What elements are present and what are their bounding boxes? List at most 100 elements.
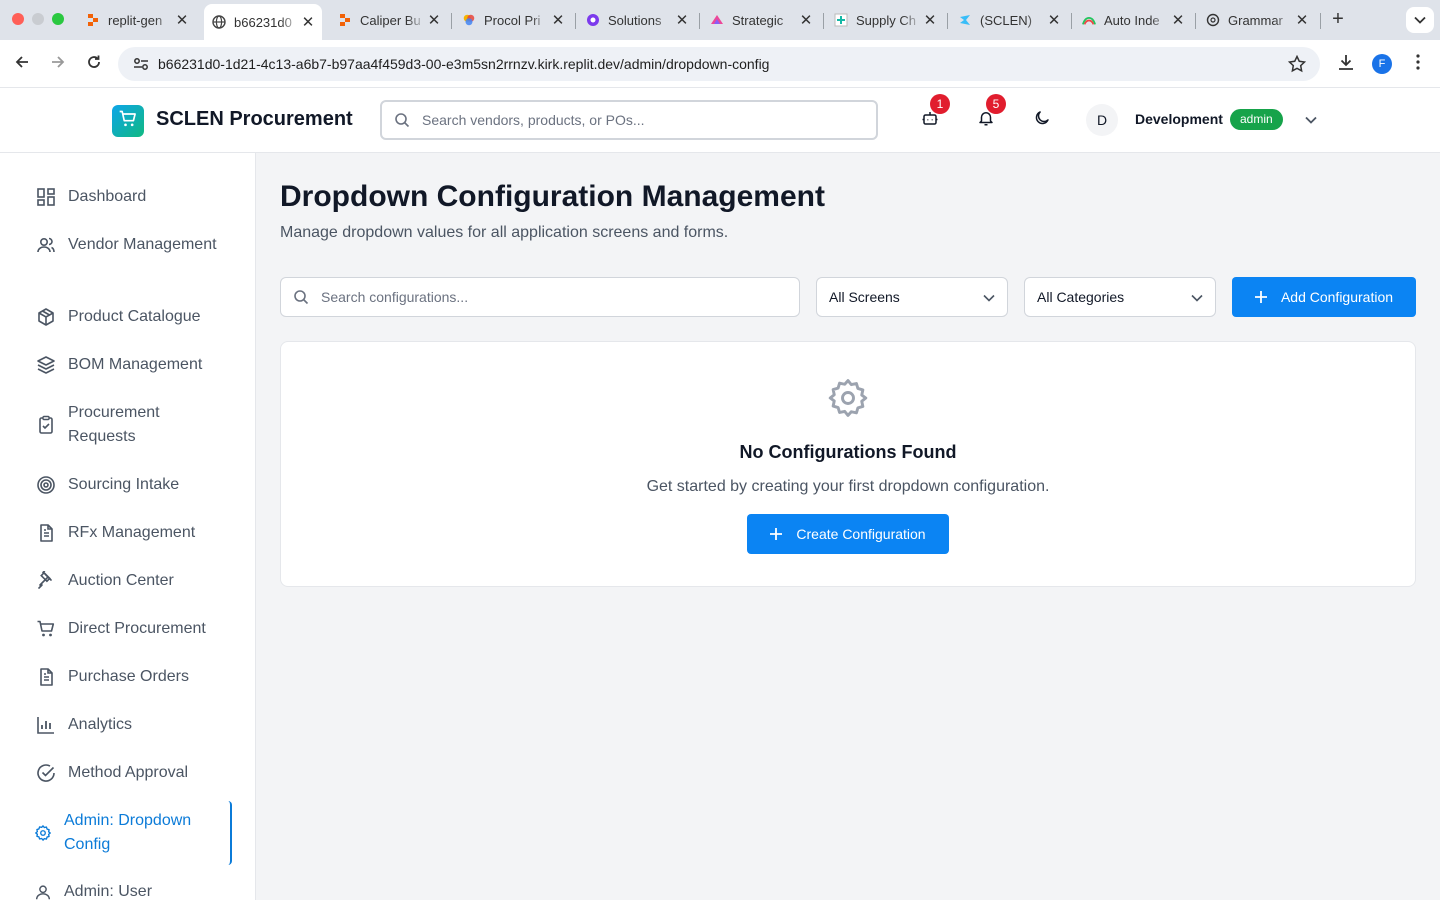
sidebar-item-label: BOM Management <box>68 356 203 373</box>
procol-icon <box>462 13 476 27</box>
sidebar-item-rfx-management[interactable]: RFx Management <box>24 521 232 545</box>
close-tab-icon[interactable]: ✕ <box>174 11 190 29</box>
empty-state-title: No Configurations Found <box>739 442 957 462</box>
add-configuration-label: Add Configuration <box>1280 289 1394 305</box>
browser-tab[interactable]: Grammar ✕ <box>1198 6 1316 34</box>
reload-button[interactable] <box>82 52 106 76</box>
sidebar-item-dashboard[interactable]: Dashboard <box>24 185 232 209</box>
config-search-input[interactable] <box>321 289 781 305</box>
chevron-down-icon <box>983 289 995 305</box>
back-button[interactable] <box>10 52 34 76</box>
global-search[interactable] <box>380 100 878 140</box>
close-tab-icon[interactable]: ✕ <box>300 13 316 31</box>
user-name[interactable]: Development <box>1135 111 1223 127</box>
browser-tab[interactable]: Auto Inde ✕ <box>1074 6 1192 34</box>
bar-chart-icon <box>36 715 56 735</box>
file-text-icon <box>36 667 56 687</box>
add-configuration-button[interactable]: Add Configuration <box>1232 277 1416 317</box>
close-tab-icon[interactable]: ✕ <box>1170 11 1186 29</box>
browser-tab[interactable]: Solutions ✕ <box>578 6 696 34</box>
layers-icon <box>36 355 56 375</box>
theme-toggle-button[interactable] <box>1030 108 1054 132</box>
category-filter-select[interactable]: All Categories <box>1024 277 1216 317</box>
tab-title: Procol Pri <box>484 12 541 28</box>
ai-assistant-button[interactable]: 1 <box>918 94 950 132</box>
tab-search-button[interactable] <box>1406 7 1434 33</box>
profile-avatar[interactable]: F <box>1372 54 1392 74</box>
page-subtitle: Manage dropdown values for all applicati… <box>280 224 729 241</box>
close-tab-icon[interactable]: ✕ <box>550 11 566 29</box>
sidebar-item-label: Vendor Management <box>68 236 217 253</box>
tab-title: replit-gen <box>108 12 163 28</box>
minimize-window-button[interactable] <box>32 13 44 25</box>
tab-separator <box>1320 13 1321 29</box>
sclen-icon <box>958 13 972 27</box>
browser-tab[interactable]: (SCLEN) ✕ <box>950 6 1068 34</box>
maximize-window-button[interactable] <box>52 13 64 25</box>
supply-icon <box>834 13 848 27</box>
sidebar: Dashboard Vendor Management Product Cata… <box>0 153 256 900</box>
user-menu-chevron-icon[interactable] <box>1304 112 1318 130</box>
screen-filter-value: All Screens <box>829 289 900 305</box>
close-tab-icon[interactable]: ✕ <box>922 11 938 29</box>
sidebar-item-direct-procurement[interactable]: Direct Procurement <box>24 617 232 641</box>
sidebar-item-bom-management[interactable]: BOM Management <box>24 353 232 377</box>
browser-tab-active[interactable]: b66231d0 ✕ <box>204 4 322 40</box>
notifications-button[interactable]: 5 <box>974 94 1006 132</box>
reload-icon <box>86 54 102 75</box>
sidebar-item-auction-center[interactable]: Auction Center <box>24 569 232 593</box>
site-settings-icon[interactable] <box>126 57 156 71</box>
config-search[interactable] <box>280 277 800 317</box>
sidebar-item-admin-user[interactable]: Admin: User <box>24 880 232 900</box>
bookmark-star-icon[interactable] <box>1287 54 1307 78</box>
sidebar-item-procurement-requests[interactable]: Procurement Requests <box>24 401 232 449</box>
sidebar-item-sourcing-intake[interactable]: Sourcing Intake <box>24 473 232 497</box>
empty-state-text: Get started by creating your first dropd… <box>646 478 1050 495</box>
new-tab-button[interactable]: + <box>1328 8 1348 30</box>
sidebar-item-label: Purchase Orders <box>68 668 189 685</box>
brand-name[interactable]: SCLEN Procurement <box>156 108 353 131</box>
tab-title: Caliper Bu <box>360 12 421 28</box>
tab-title: Solutions <box>608 12 662 28</box>
forward-button[interactable] <box>46 52 70 76</box>
tab-separator <box>947 13 948 29</box>
close-tab-icon[interactable]: ✕ <box>426 11 442 29</box>
gear-icon <box>826 376 870 425</box>
strategic-icon <box>710 13 724 27</box>
close-window-button[interactable] <box>12 13 24 25</box>
sidebar-item-admin-dropdown-config[interactable]: Admin: Dropdown Config <box>24 801 232 865</box>
user-avatar[interactable]: D <box>1086 104 1118 136</box>
close-tab-icon[interactable]: ✕ <box>1046 11 1062 29</box>
screen-filter-select[interactable]: All Screens <box>816 277 1008 317</box>
browser-tab[interactable]: Strategic ✕ <box>702 6 820 34</box>
globe-icon <box>212 15 226 29</box>
create-configuration-label: Create Configuration <box>796 526 926 542</box>
sidebar-item-analytics[interactable]: Analytics <box>24 713 232 737</box>
close-tab-icon[interactable]: ✕ <box>798 11 814 29</box>
close-tab-icon[interactable]: ✕ <box>674 11 690 29</box>
sidebar-item-label: Direct Procurement <box>68 620 206 637</box>
tab-title: b66231d0 <box>234 14 292 30</box>
search-icon <box>394 112 410 128</box>
close-tab-icon[interactable]: ✕ <box>1294 11 1310 29</box>
tab-separator <box>575 13 576 29</box>
logo[interactable] <box>112 105 144 137</box>
browser-menu-button[interactable] <box>1406 52 1430 76</box>
shopping-cart-icon <box>36 619 56 639</box>
browser-tab[interactable]: Caliper Bu ✕ <box>330 6 448 34</box>
browser-tab[interactable]: replit-gen ✕ <box>78 6 196 34</box>
downloads-button[interactable] <box>1334 52 1358 76</box>
sidebar-item-purchase-orders[interactable]: Purchase Orders <box>24 665 232 689</box>
check-circle-icon <box>36 763 56 783</box>
sidebar-item-method-approval[interactable]: Method Approval <box>24 761 232 785</box>
url-bar[interactable]: b66231d0-1d21-4c13-a6b7-b97aa4f459d3-00-… <box>118 47 1320 81</box>
tab-title: Strategic <box>732 12 784 28</box>
global-search-input[interactable] <box>422 112 842 128</box>
tab-title: Grammar <box>1228 12 1283 28</box>
browser-tab[interactable]: Procol Pri ✕ <box>454 6 572 34</box>
create-configuration-button[interactable]: Create Configuration <box>747 514 949 554</box>
browser-tab[interactable]: Supply Ch ✕ <box>826 6 944 34</box>
plus-icon <box>770 528 783 540</box>
sidebar-item-product-catalogue[interactable]: Product Catalogue <box>24 305 232 329</box>
sidebar-item-vendor-management[interactable]: Vendor Management <box>24 233 232 257</box>
